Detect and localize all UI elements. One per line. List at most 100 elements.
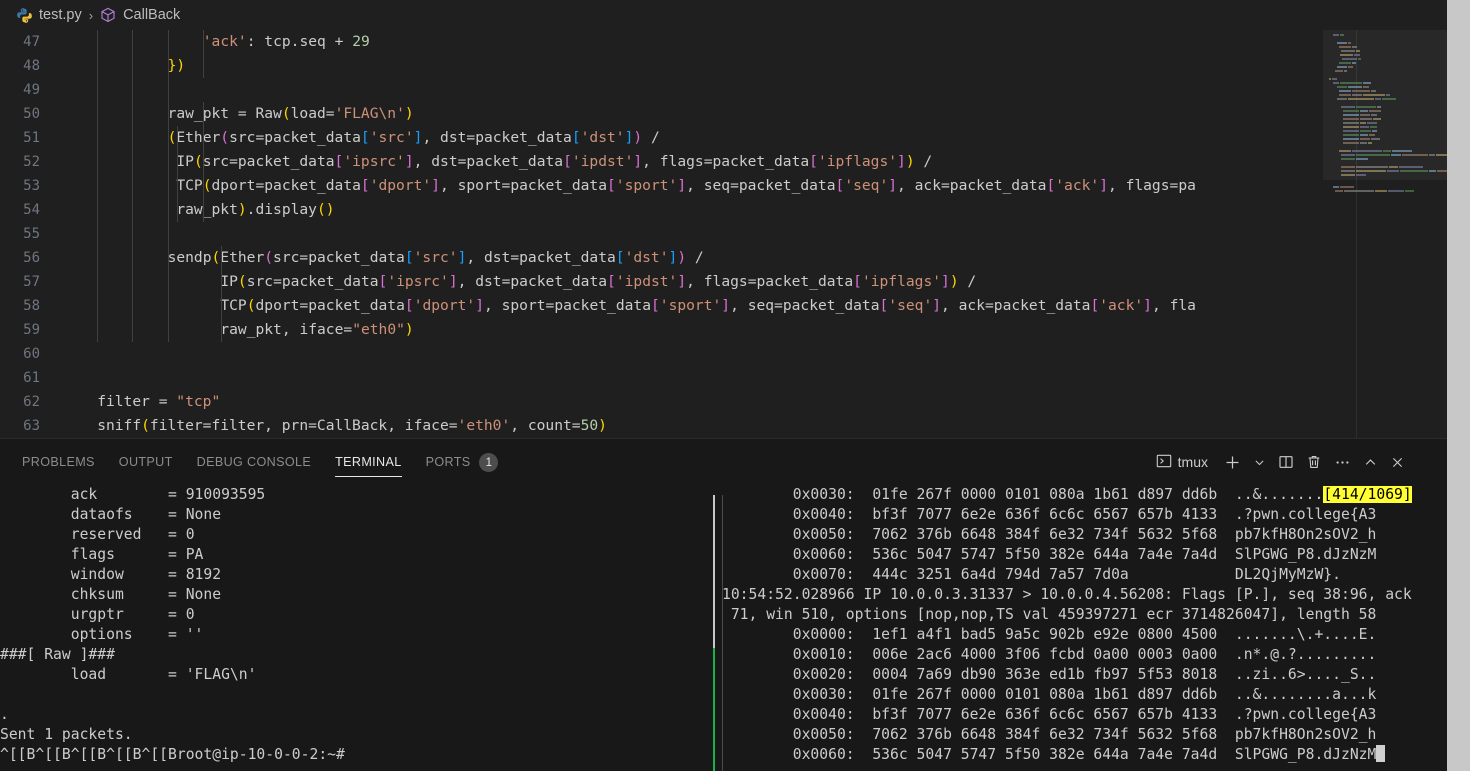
panel-tab-ports[interactable]: PORTS 1 bbox=[414, 439, 511, 485]
terminal-pane-left[interactable]: ack = 910093595 dataofs = None reserved … bbox=[0, 485, 690, 771]
terminal-line: flags = PA bbox=[0, 546, 204, 563]
code-line[interactable]: IP(src=packet_data['ipsrc'], dst=packet_… bbox=[62, 150, 1447, 174]
terminal-line-text: 10:54:52.028966 IP 10.0.0.3.31337 > 10.0… bbox=[722, 586, 1412, 603]
terminal-line: 0x0070: 444c 3251 6a4d 794d 7a57 7d0a DL… bbox=[722, 565, 1447, 585]
code-line[interactable] bbox=[62, 342, 1447, 366]
terminal-line: 0x0020: 0004 7a69 db90 363e ed1b fb97 5f… bbox=[722, 665, 1447, 685]
panel-actions: tmux bbox=[1150, 439, 1411, 485]
code-line[interactable]: raw_pkt).display() bbox=[62, 198, 1447, 222]
window-scrollbar[interactable] bbox=[1447, 0, 1470, 771]
terminal-line: . bbox=[0, 706, 9, 723]
line-number: 50 bbox=[23, 106, 40, 122]
terminal-line: 0x0040: bf3f 7077 6e2e 636f 6c6c 6567 65… bbox=[722, 705, 1447, 725]
symbol-class-icon bbox=[100, 7, 117, 24]
terminal-line: ack = 910093595 bbox=[0, 486, 266, 503]
terminal-line: Sent 1 packets. bbox=[0, 726, 133, 743]
line-number: 59 bbox=[23, 322, 40, 338]
panel-tab-label: PROBLEMS bbox=[22, 455, 95, 469]
terminal-line: reserved = 0 bbox=[0, 526, 195, 543]
code-line[interactable]: }) bbox=[62, 54, 1447, 78]
line-number: 47 bbox=[23, 34, 40, 50]
code-line[interactable]: IP(src=packet_data['ipsrc'], dst=packet_… bbox=[62, 270, 1447, 294]
code-editor[interactable]: 47 48 49 50 51 52 53 54 55 56 57 58 59 60 61 62 63 'ack'… bbox=[0, 30, 1447, 438]
terminal-line: 0x0040: bf3f 7077 6e2e 636f 6c6c 6567 65… bbox=[722, 505, 1447, 525]
line-number: 48 bbox=[23, 58, 40, 74]
close-panel-button[interactable] bbox=[1384, 447, 1411, 477]
code-line[interactable]: 'ack': tcp.seq + 29 bbox=[62, 30, 1447, 54]
code-line[interactable]: sniff(filter=filter, prn=CallBack, iface… bbox=[62, 414, 1447, 438]
new-terminal-button[interactable] bbox=[1218, 447, 1247, 477]
terminal-line: load = 'FLAG\n' bbox=[0, 666, 257, 683]
terminal-line: urgptr = 0 bbox=[0, 606, 195, 623]
code-content[interactable]: 'ack': tcp.seq + 29 }) raw_pkt = Raw(loa… bbox=[62, 30, 1447, 438]
maximize-panel-button[interactable] bbox=[1357, 447, 1384, 477]
code-line[interactable]: sendp(Ether(src=packet_data['src'], dst=… bbox=[62, 246, 1447, 270]
line-number: 57 bbox=[23, 274, 40, 290]
line-number: 56 bbox=[23, 250, 40, 266]
terminal-line-text: 0x0030: 01fe 267f 0000 0101 080a 1b61 d8… bbox=[722, 686, 1377, 703]
line-number: 49 bbox=[23, 82, 40, 98]
tmux-pane-divider bbox=[713, 495, 715, 648]
line-number: 53 bbox=[23, 178, 40, 194]
breadcrumb: test.py › CallBack bbox=[0, 0, 1447, 30]
terminal-line-text: 0x0050: 7062 376b 6648 384f 6e32 734f 56… bbox=[722, 526, 1377, 543]
terminal-line: 0x0050: 7062 376b 6648 384f 6e32 734f 56… bbox=[722, 525, 1447, 545]
terminal-line: options = '' bbox=[0, 626, 204, 643]
code-line[interactable] bbox=[62, 366, 1447, 390]
terminal-line: 0x0000: 1ef1 a4f1 bad5 9a5c 902b e92e 08… bbox=[722, 625, 1447, 645]
panel-tab-problems[interactable]: PROBLEMS bbox=[10, 439, 107, 485]
terminal-line-text: 0x0050: 7062 376b 6648 384f 6e32 734f 56… bbox=[722, 726, 1377, 743]
minimap-viewport-slider[interactable] bbox=[1323, 27, 1447, 180]
breadcrumb-symbol[interactable]: CallBack bbox=[100, 7, 180, 24]
line-number: 61 bbox=[23, 370, 40, 386]
panel-tab-terminal[interactable]: TERMINAL bbox=[323, 439, 413, 485]
new-terminal-dropdown-button[interactable] bbox=[1247, 447, 1272, 477]
terminal-line: 71, win 510, options [nop,nop,TS val 459… bbox=[722, 605, 1447, 625]
line-number-gutter: 47 48 49 50 51 52 53 54 55 56 57 58 59 60 61 62 63 bbox=[0, 30, 62, 438]
kill-terminal-button[interactable] bbox=[1300, 447, 1328, 477]
terminal-line: ###[ Raw ]### bbox=[0, 646, 115, 663]
breadcrumb-separator: › bbox=[88, 7, 94, 23]
bottom-panel: PROBLEMS OUTPUT DEBUG CONSOLE TERMINAL PORTS… bbox=[0, 438, 1447, 771]
terminal-line: 0x0050: 7062 376b 6648 384f 6e32 734f 56… bbox=[722, 725, 1447, 745]
code-line[interactable] bbox=[62, 222, 1447, 246]
vscode-window: test.py › CallBack 47 48 49 50 51 52 53 54 55 56 5… bbox=[0, 0, 1470, 771]
code-line[interactable]: raw_pkt, iface="eth0") bbox=[62, 318, 1447, 342]
minimap-line bbox=[1327, 180, 1443, 192]
terminal-icon bbox=[1156, 453, 1172, 472]
panel-tab-debug-console[interactable]: DEBUG CONSOLE bbox=[185, 439, 323, 485]
terminal-pane-right[interactable]: 0x0030: 01fe 267f 0000 0101 080a 1b61 d8… bbox=[722, 485, 1447, 771]
panel-tab-label: OUTPUT bbox=[118, 455, 173, 469]
breadcrumb-file[interactable]: test.py bbox=[16, 7, 82, 24]
tmux-pane-divider-active bbox=[713, 648, 715, 771]
panel-tab-output[interactable]: OUTPUT bbox=[107, 439, 185, 485]
active-terminal-selector[interactable]: tmux bbox=[1150, 447, 1218, 477]
panel-tab-label: DEBUG CONSOLE bbox=[196, 455, 312, 469]
code-line[interactable]: (Ether(src=packet_data['src'], dst=packe… bbox=[62, 126, 1447, 150]
line-number: 51 bbox=[23, 130, 40, 146]
terminal-line-text: 0x0060: 536c 5047 5747 5f50 382e 644a 7a… bbox=[722, 746, 1377, 763]
terminal-line-text: 0x0040: bf3f 7077 6e2e 636f 6c6c 6567 65… bbox=[722, 506, 1377, 523]
breadcrumb-file-label: test.py bbox=[39, 7, 82, 23]
code-line[interactable]: TCP(dport=packet_data['dport'], sport=pa… bbox=[62, 174, 1447, 198]
more-actions-button[interactable] bbox=[1328, 447, 1357, 477]
terminal-line-text: 71, win 510, options [nop,nop,TS val 459… bbox=[722, 606, 1377, 623]
code-line[interactable]: filter = "tcp" bbox=[62, 390, 1447, 414]
terminal-body[interactable]: ack = 910093595 dataofs = None reserved … bbox=[0, 485, 1447, 771]
line-number: 52 bbox=[23, 154, 40, 170]
terminal-line-text: 0x0070: 444c 3251 6a4d 794d 7a57 7d0a DL… bbox=[722, 566, 1341, 583]
ports-count-badge: 1 bbox=[479, 453, 499, 473]
terminal-line: 0x0030: 01fe 267f 0000 0101 080a 1b61 d8… bbox=[722, 485, 1447, 505]
line-number: 62 bbox=[23, 394, 40, 410]
terminal-line: ^[[B^[[B^[[B^[[B^[[Broot@ip-10-0-0-2:~# bbox=[0, 746, 345, 763]
code-line[interactable] bbox=[62, 78, 1447, 102]
split-terminal-button[interactable] bbox=[1272, 447, 1300, 477]
terminal-line-text: 0x0020: 0004 7a69 db90 363e ed1b fb97 5f… bbox=[722, 666, 1377, 683]
code-line[interactable]: TCP(dport=packet_data['dport'], sport=pa… bbox=[62, 294, 1447, 318]
code-line[interactable]: raw_pkt = Raw(load='FLAG\n') bbox=[62, 102, 1447, 126]
minimap[interactable] bbox=[1323, 0, 1447, 438]
line-number: 63 bbox=[23, 418, 40, 434]
python-icon bbox=[16, 7, 33, 24]
terminal-name: tmux bbox=[1177, 454, 1208, 470]
